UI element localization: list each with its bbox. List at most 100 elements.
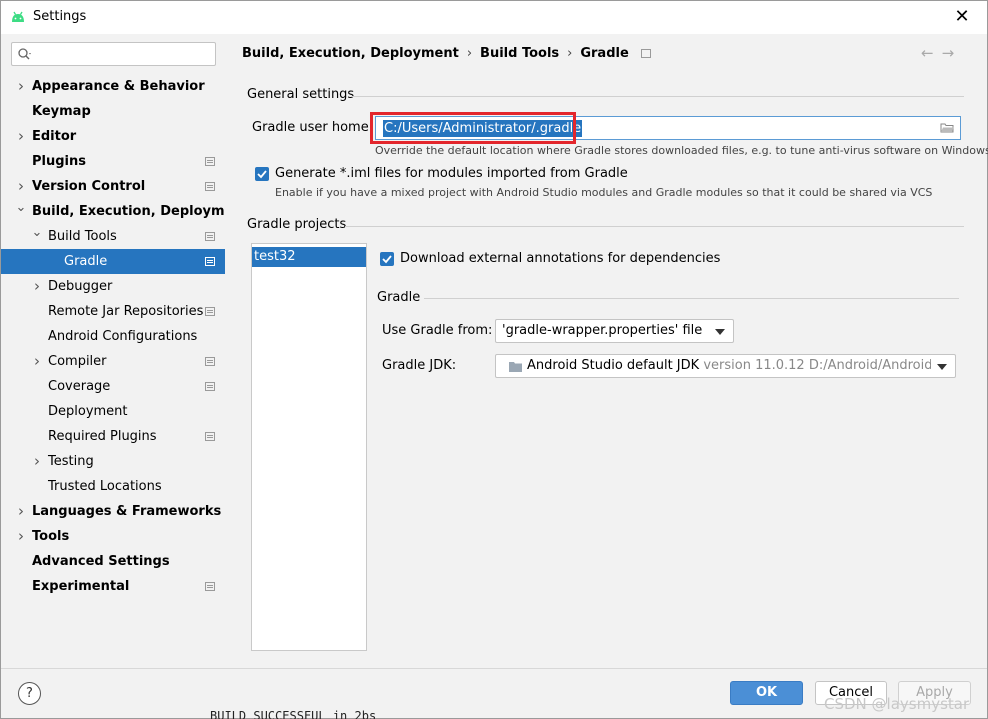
settings-dialog: Settings ✕ › Appearance & Behavior Keymap ›…	[0, 0, 988, 719]
project-scope-icon	[205, 232, 215, 241]
breadcrumb-item-gradle: Gradle	[580, 46, 629, 61]
background-console-text: BUILD SUCCESSFUL in 2bs	[210, 709, 377, 719]
sidebar-item-build-tools[interactable]: ⌄ Build Tools	[1, 224, 225, 249]
jdk-folder-icon	[509, 362, 522, 372]
sidebar-item-label: Build Tools	[48, 229, 117, 244]
download-annotations-label[interactable]: Download external annotations for depend…	[400, 251, 720, 266]
project-scope-icon	[205, 432, 215, 441]
sidebar-item-tools[interactable]: › Tools	[1, 524, 225, 549]
settings-search-input[interactable]	[11, 42, 216, 66]
sidebar-item-label: Coverage	[48, 379, 111, 394]
back-arrow-icon[interactable]: ←	[921, 44, 942, 62]
generate-iml-checkbox[interactable]	[255, 167, 269, 181]
section-divider	[352, 96, 964, 97]
chevron-down-icon	[715, 329, 725, 335]
gradle-projects-title: Gradle projects	[247, 217, 347, 232]
project-scope-icon	[205, 157, 215, 166]
sidebar-item-label: Tools	[32, 529, 70, 544]
sidebar-item-label: Languages & Frameworks	[32, 504, 222, 519]
ok-button[interactable]: OK	[730, 681, 803, 705]
sidebar-item-languages-frameworks[interactable]: › Languages & Frameworks	[1, 499, 225, 524]
chevron-right-icon[interactable]: ›	[15, 524, 27, 549]
sidebar-item-label: Gradle	[64, 254, 108, 269]
project-scope-icon	[205, 357, 215, 366]
search-icon	[18, 48, 31, 60]
sidebar-item-label: Keymap	[32, 104, 91, 119]
sidebar-item-label: Appearance & Behavior	[32, 79, 205, 94]
sidebar-item-editor[interactable]: › Editor	[1, 124, 225, 149]
sidebar-item-label: Trusted Locations	[48, 479, 162, 494]
gradle-jdk-select[interactable]: Android Studio default JDK version 11.0.…	[495, 354, 956, 378]
project-scope-icon	[205, 307, 215, 316]
sidebar-item-experimental[interactable]: Experimental	[1, 574, 225, 599]
use-gradle-from-label: Use Gradle from:	[382, 323, 493, 338]
sidebar-item-plugins[interactable]: Plugins	[1, 149, 225, 174]
gradle-user-home-hint: Override the default location where Grad…	[375, 144, 988, 157]
chevron-right-icon[interactable]: ›	[15, 74, 27, 99]
sidebar-item-testing[interactable]: › Testing	[1, 449, 225, 474]
sidebar-item-label: Editor	[32, 129, 77, 144]
breadcrumb-separator: ›	[567, 46, 573, 61]
project-scope-icon	[205, 382, 215, 391]
gradle-user-home-label: Gradle user home:	[252, 120, 374, 135]
sidebar-item-label: Version Control	[32, 179, 146, 194]
folder-icon[interactable]	[940, 122, 954, 133]
generate-iml-label[interactable]: Generate *.iml files for modules importe…	[275, 166, 628, 181]
gradle-jdk-label: Gradle JDK:	[382, 358, 457, 373]
jdk-name: Android Studio default JDK	[527, 358, 700, 373]
navigation-arrows: ←→	[921, 44, 962, 62]
sidebar-item-trusted-locations[interactable]: Trusted Locations	[1, 474, 225, 499]
use-gradle-from-select[interactable]: 'gradle-wrapper.properties' file	[495, 319, 734, 343]
sidebar-item-label: Build, Execution, Deployment	[32, 204, 249, 219]
chevron-down-icon[interactable]: ⌄	[31, 220, 43, 245]
jdk-version: version 11.0.12 D:/Android/Android Studi…	[703, 358, 931, 373]
chevron-right-icon[interactable]: ›	[15, 124, 27, 149]
settings-tree: › Appearance & Behavior Keymap › Editor Plugi…	[1, 74, 249, 599]
sidebar-item-keymap[interactable]: Keymap	[1, 99, 225, 124]
sidebar-item-coverage[interactable]: Coverage	[1, 374, 225, 399]
sidebar-item-compiler[interactable]: › Compiler	[1, 349, 225, 374]
download-annotations-checkbox[interactable]	[380, 252, 394, 266]
chevron-right-icon[interactable]: ›	[31, 449, 43, 474]
sidebar-item-debugger[interactable]: › Debugger	[1, 274, 225, 299]
breadcrumb-item-build-tools[interactable]: Build Tools	[480, 46, 559, 61]
check-icon	[257, 170, 267, 179]
sidebar-item-label: Remote Jar Repositories	[48, 304, 204, 319]
project-scope-icon	[205, 582, 215, 591]
gradle-projects-list[interactable]: test32	[251, 243, 367, 651]
forward-arrow-icon[interactable]: →	[942, 44, 963, 62]
sidebar-item-android-configurations[interactable]: Android Configurations	[1, 324, 225, 349]
sidebar-item-label: Plugins	[32, 154, 86, 169]
sidebar-item-label: Advanced Settings	[32, 554, 170, 569]
gradle-jdk-value: Android Studio default JDK version 11.0.…	[527, 355, 931, 377]
android-studio-icon	[12, 11, 24, 22]
sidebar-item-deployment[interactable]: Deployment	[1, 399, 225, 424]
chevron-right-icon[interactable]: ›	[15, 499, 27, 524]
sidebar-item-label: Compiler	[48, 354, 107, 369]
chevron-right-icon[interactable]: ›	[31, 349, 43, 374]
check-icon	[382, 255, 392, 264]
sidebar-item-remote-jar-repositories[interactable]: Remote Jar Repositories	[1, 299, 225, 324]
project-list-item[interactable]: test32	[252, 247, 366, 267]
sidebar-item-label: Required Plugins	[48, 429, 157, 444]
generate-iml-hint: Enable if you have a mixed project with …	[275, 186, 933, 199]
sidebar-item-advanced-settings[interactable]: Advanced Settings	[1, 549, 225, 574]
sidebar-item-gradle[interactable]: Gradle	[1, 249, 225, 274]
sidebar-item-version-control[interactable]: › Version Control	[1, 174, 225, 199]
breadcrumb-item-build-execution-deployment[interactable]: Build, Execution, Deployment	[242, 46, 459, 61]
chevron-down-icon[interactable]: ⌄	[15, 195, 27, 220]
section-divider	[345, 226, 964, 227]
sidebar-item-label: Experimental	[32, 579, 130, 594]
project-scope-icon	[205, 182, 215, 191]
watermark: CSDN @laysmystar	[824, 695, 970, 713]
use-gradle-from-value: 'gradle-wrapper.properties' file	[502, 323, 703, 338]
sidebar-item-required-plugins[interactable]: Required Plugins	[1, 424, 225, 449]
help-button[interactable]: ?	[18, 682, 41, 705]
sidebar-item-appearance-behavior[interactable]: › Appearance & Behavior	[1, 74, 225, 99]
sidebar-item-label: Debugger	[48, 279, 113, 294]
breadcrumb: Build, Execution, Deployment › Build Tools…	[242, 46, 651, 61]
window-title: Settings	[33, 9, 87, 24]
close-button[interactable]: ✕	[945, 3, 979, 31]
gradle-section-title: Gradle	[377, 290, 421, 305]
chevron-right-icon[interactable]: ›	[31, 274, 43, 299]
